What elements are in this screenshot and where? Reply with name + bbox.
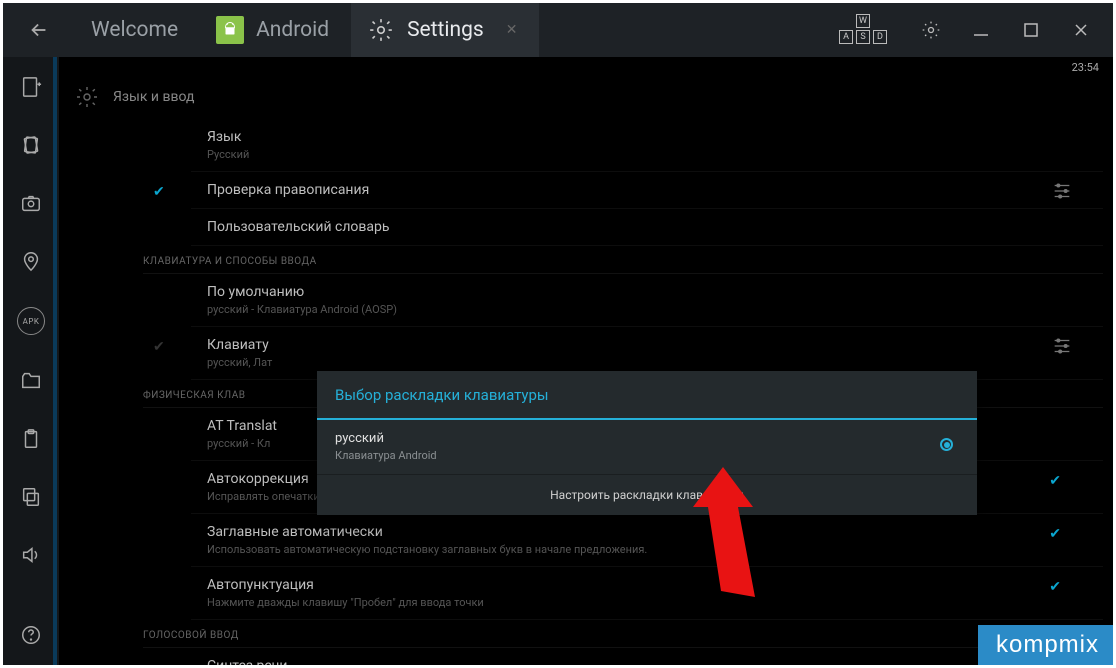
tab-label: Welcome [91,18,178,42]
tab-android[interactable]: Android [200,3,351,57]
camera-icon[interactable] [19,191,43,215]
volume-icon[interactable] [19,543,43,567]
sliders-icon[interactable] [1051,335,1073,357]
setting-autopunct[interactable]: Автопунктуация Нажмите дважды клавишу "П… [191,567,1103,620]
tab-settings[interactable]: Settings ✕ [351,3,539,57]
apk-icon[interactable]: APK [17,307,45,335]
section-keyboard-label: КЛАВИАТУРА И СПОСОБЫ ВВОДА [143,246,1103,274]
check-icon[interactable]: ✔ [1049,473,1061,489]
keymap-button[interactable]: W A S D [835,12,891,48]
setting-language[interactable]: Язык Русский [191,119,1103,172]
folder-icon[interactable] [19,369,43,393]
titlebar: Welcome Android Settings ✕ W A S D [3,3,1113,57]
android-icon [216,16,244,44]
tablet-plus-icon[interactable] [19,75,43,99]
location-icon[interactable] [19,249,43,273]
setting-tts[interactable]: Синтез речи [191,648,1103,665]
settings-gear-button[interactable] [921,20,941,40]
check-icon: ✔ [153,339,165,355]
sliders-icon[interactable] [1051,180,1073,202]
tab-close-icon[interactable]: ✕ [506,22,518,38]
keyboard-layout-dialog: Выбор раскладки клавиатуры русский Клави… [317,371,977,515]
page-title: Язык и ввод [113,89,194,105]
key-w: W [856,14,870,28]
close-button[interactable] [1071,20,1091,40]
key-d: D [873,30,887,44]
check-icon: ✔ [153,184,165,200]
key-a: A [839,30,853,44]
setting-default-keyboard[interactable]: По умолчанию русский - Клавиатура Androi… [191,274,1103,327]
tab-label: Android [256,18,329,42]
help-icon[interactable] [19,623,43,647]
setting-user-dict[interactable]: Пользовательский словарь [191,209,1103,246]
gear-icon [367,16,395,44]
section-voice-label: ГОЛОСОВОЙ ВВОД [143,620,1103,648]
copy-icon[interactable] [19,485,43,509]
back-button[interactable] [3,3,75,57]
check-icon[interactable]: ✔ [1049,526,1061,542]
tab-welcome[interactable]: Welcome [75,3,200,57]
minimize-button[interactable] [971,20,991,40]
check-icon[interactable]: ✔ [1049,579,1061,595]
setting-autocaps[interactable]: Заглавные автоматически Использовать авт… [191,514,1103,567]
dialog-item-russian[interactable]: русский Клавиатура Android [317,420,977,475]
left-sidebar: APK [3,57,59,665]
maximize-button[interactable] [1021,20,1041,40]
tab-label: Settings [407,18,484,42]
status-time: 23:54 [1072,61,1099,74]
setting-spellcheck[interactable]: ✔ Проверка правописания [191,172,1103,209]
gear-icon [75,85,99,109]
cards-icon[interactable] [19,133,43,157]
page-header: Язык и ввод [65,79,1107,119]
radio-selected-icon[interactable] [940,438,953,451]
key-s: S [856,30,870,44]
watermark: kompmix [978,625,1113,665]
clipboard-icon[interactable] [19,427,43,451]
content-area: 23:54 Язык и ввод Язык Русский ✔ Прове [59,57,1113,665]
dialog-configure-button[interactable]: Настроить раскладки клавиатуры [317,475,977,515]
dialog-title: Выбор раскладки клавиатуры [317,371,977,420]
